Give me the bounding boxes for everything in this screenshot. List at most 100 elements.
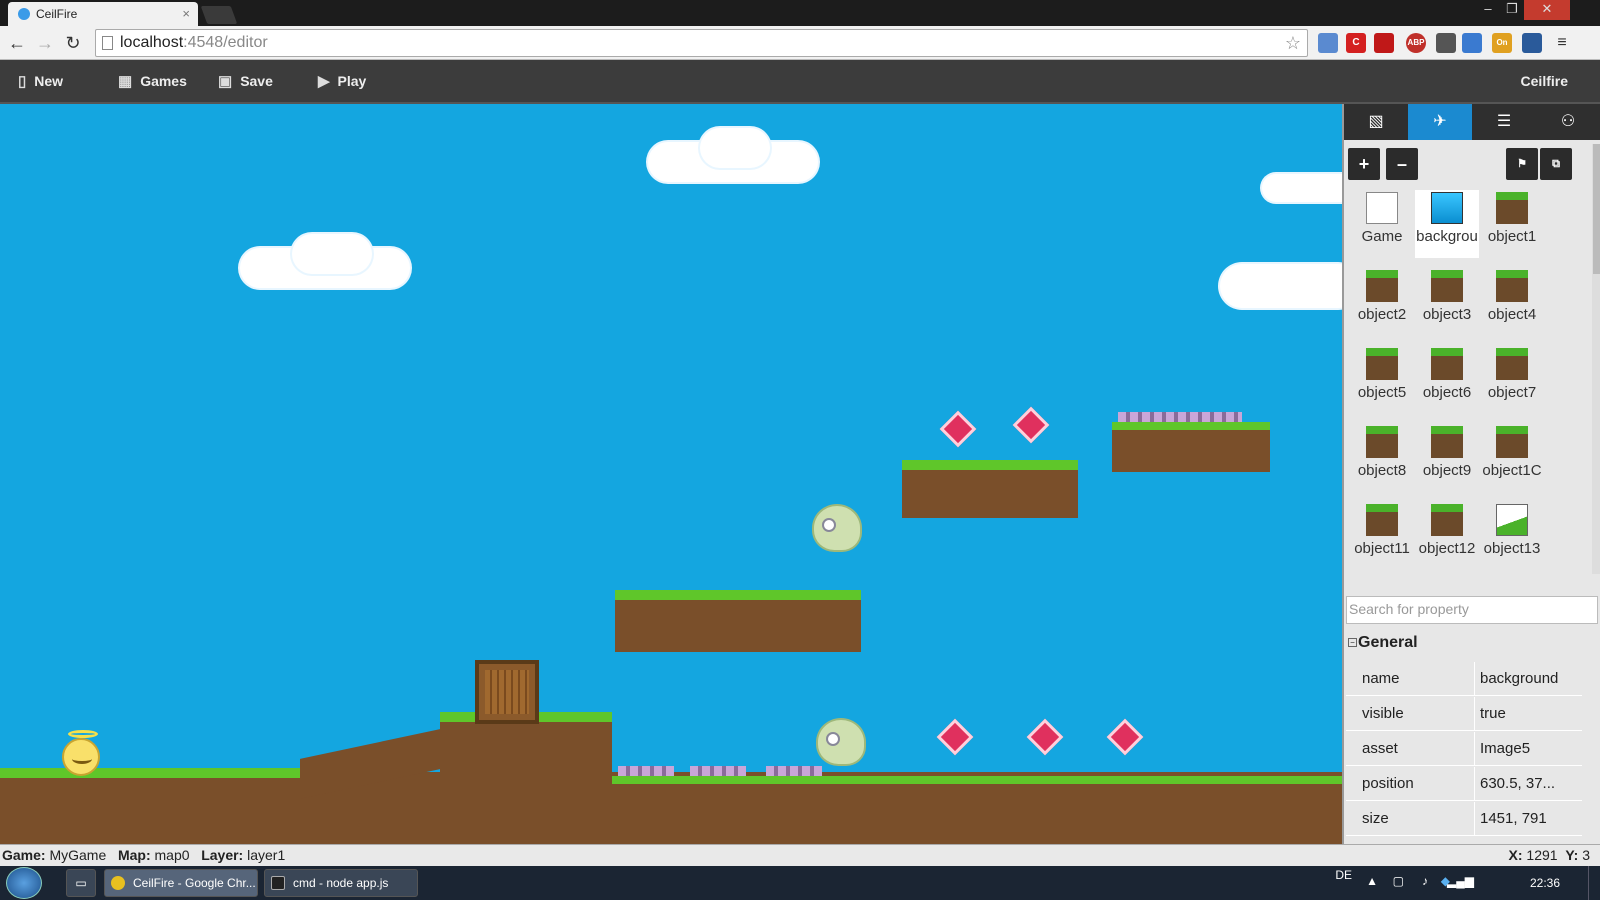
show-desktop-strip[interactable] xyxy=(1588,866,1600,900)
reload-icon[interactable]: ↻ xyxy=(62,32,84,54)
property-search-input[interactable]: Search for property xyxy=(1346,596,1598,624)
close-window-button[interactable]: ✕ xyxy=(1524,0,1570,20)
window-icon: ▭ xyxy=(75,876,87,890)
object-item[interactable]: backgrou xyxy=(1415,190,1479,258)
extension-book-icon[interactable] xyxy=(1374,33,1394,53)
export-button[interactable]: ⧉ xyxy=(1540,148,1572,180)
new-tab-button[interactable] xyxy=(200,6,238,24)
forward-arrow-icon[interactable]: → xyxy=(34,32,56,54)
back-arrow-icon[interactable]: ← xyxy=(6,32,28,54)
remove-object-button[interactable]: – xyxy=(1386,148,1418,180)
object-item[interactable]: object9 xyxy=(1415,420,1479,492)
save-button[interactable]: ▣ Save xyxy=(218,60,273,102)
property-row[interactable]: name background xyxy=(1346,662,1582,696)
property-value[interactable]: 630.5, 37... xyxy=(1480,767,1580,801)
y-value: 3 xyxy=(1582,847,1590,863)
object-item[interactable]: object5 xyxy=(1350,342,1414,414)
property-row[interactable]: position 630.5, 37... xyxy=(1346,767,1582,801)
property-group-general[interactable]: − General xyxy=(1346,628,1582,658)
tab-layers[interactable]: ☰ xyxy=(1472,104,1536,140)
tray-arrow-icon[interactable]: ▲ xyxy=(1366,874,1378,888)
object-item[interactable]: object1C xyxy=(1480,420,1544,492)
browser-tab[interactable]: CeilFire × xyxy=(8,2,198,26)
object-thumbnail xyxy=(1366,270,1398,302)
ghost-enemy[interactable] xyxy=(816,718,866,766)
object-thumbnail xyxy=(1496,426,1528,458)
object-item[interactable]: object3 xyxy=(1415,264,1479,336)
games-button[interactable]: ▦ Games xyxy=(118,60,187,102)
ghost-enemy[interactable] xyxy=(812,504,862,552)
property-row[interactable]: asset Image5 xyxy=(1346,732,1582,766)
property-value[interactable]: 1451, 791 xyxy=(1480,802,1580,836)
gem[interactable] xyxy=(1012,406,1050,444)
property-value[interactable]: true xyxy=(1480,697,1580,731)
property-value[interactable]: background xyxy=(1480,662,1580,696)
task-chrome[interactable]: CeilFire - Google Chr... xyxy=(104,869,258,897)
gem[interactable] xyxy=(939,410,977,448)
object-item[interactable]: object8 xyxy=(1350,420,1414,492)
game-canvas[interactable] xyxy=(0,104,1342,844)
adblock-icon[interactable]: ABP xyxy=(1406,33,1426,53)
wooden-crate[interactable] xyxy=(475,660,539,724)
angel-player-sprite[interactable] xyxy=(62,730,100,776)
network-icon[interactable]: ▂▄▆ xyxy=(1447,874,1474,888)
gem[interactable] xyxy=(936,718,974,756)
url-input[interactable]: localhost:4548/editor ☆ xyxy=(95,29,1308,57)
extension-grid-icon[interactable] xyxy=(1318,33,1338,53)
tab-hierarchy[interactable]: ⚇ xyxy=(1536,104,1600,140)
play-button[interactable]: ▶ Play xyxy=(318,60,366,102)
object-label: object6 xyxy=(1422,384,1472,401)
tab-close-icon[interactable]: × xyxy=(182,6,190,21)
save-button-label: Save xyxy=(240,73,273,89)
object-item[interactable]: object1 xyxy=(1480,190,1544,258)
menu-icon[interactable]: ≡ xyxy=(1552,33,1572,53)
bookmark-star-icon[interactable]: ☆ xyxy=(1285,30,1301,56)
cursor-coordinates: X: 1291 Y: 3 xyxy=(1509,845,1590,866)
minimize-button[interactable]: – xyxy=(1476,0,1500,20)
property-divider xyxy=(1474,662,1475,696)
spikes xyxy=(766,766,822,776)
language-indicator[interactable]: DE xyxy=(1335,868,1352,882)
property-row[interactable]: visible true xyxy=(1346,697,1582,731)
object-item[interactable]: object11 xyxy=(1350,498,1414,560)
object-label: object5 xyxy=(1357,384,1407,401)
tab-assets[interactable]: ▧ xyxy=(1344,104,1408,140)
object-item[interactable]: object12 xyxy=(1415,498,1479,560)
cloud xyxy=(700,128,770,168)
start-button[interactable] xyxy=(6,867,42,899)
object-item[interactable]: object7 xyxy=(1480,342,1544,414)
gem[interactable] xyxy=(1106,718,1144,756)
maximize-button[interactable]: ❐ xyxy=(1500,0,1524,20)
object-item[interactable]: Game xyxy=(1350,190,1414,258)
object-item[interactable]: object6 xyxy=(1415,342,1479,414)
object-item[interactable]: object13 xyxy=(1480,498,1544,560)
gem[interactable] xyxy=(1026,718,1064,756)
property-value[interactable]: Image5 xyxy=(1480,732,1580,766)
property-group-title: General xyxy=(1358,634,1418,651)
extension-pen-icon[interactable] xyxy=(1436,33,1456,53)
panel-tabs: ▧ ✈ ☰ ⚇ xyxy=(1344,104,1600,140)
cloud xyxy=(292,234,372,274)
property-row[interactable]: size 1451, 791 xyxy=(1346,802,1582,836)
flag-button[interactable]: ⚑ xyxy=(1506,148,1538,180)
new-button[interactable]: ▯ New xyxy=(18,60,63,102)
object-item[interactable]: object2 xyxy=(1350,264,1414,336)
tab-objects[interactable]: ✈ xyxy=(1408,104,1472,140)
property-divider xyxy=(1474,732,1475,766)
object-thumbnail xyxy=(1496,348,1528,380)
extension-arrows-icon[interactable] xyxy=(1522,33,1542,53)
add-object-button[interactable]: + xyxy=(1348,148,1380,180)
task-cmd[interactable]: cmd - node app.js xyxy=(264,869,418,897)
object-thumbnail xyxy=(1431,348,1463,380)
object-item[interactable]: object4 xyxy=(1480,264,1544,336)
collapse-icon[interactable]: − xyxy=(1348,638,1357,647)
clock[interactable]: 22:36 xyxy=(1530,876,1560,890)
extension-c-icon[interactable]: C xyxy=(1346,33,1366,53)
tray-device-icon[interactable]: ▢ xyxy=(1393,874,1404,888)
object-list-scrollbar[interactable] xyxy=(1592,144,1600,574)
extension-window-icon[interactable] xyxy=(1462,33,1482,53)
scrollbar-thumb[interactable] xyxy=(1593,144,1600,274)
volume-icon[interactable]: ♪ xyxy=(1422,874,1428,888)
extension-star-on-icon[interactable]: On xyxy=(1492,33,1512,53)
show-desktop-button[interactable]: ▭ xyxy=(66,869,96,897)
